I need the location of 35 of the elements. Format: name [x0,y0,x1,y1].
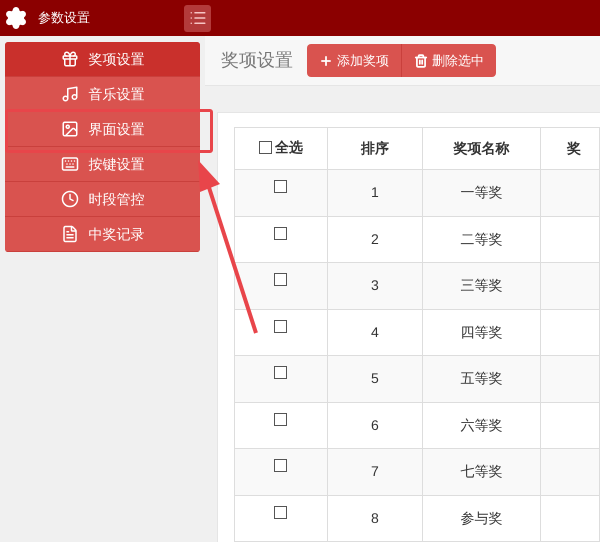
toolbar-button[interactable]: 删除选中 [402,44,496,77]
table-cell: 一等奖 [422,170,541,216]
app-title: 参数设置 [38,9,90,28]
music-note-icon [60,85,78,103]
trash-icon [414,54,428,68]
sidebar-item[interactable]: 奖项设置 [5,42,200,77]
table-cell: 参与奖 [422,495,541,542]
checkbox[interactable] [274,320,288,332]
list-icon [188,9,206,27]
table-cell: 5 [327,356,422,402]
plus-icon [319,54,333,68]
checkbox[interactable] [274,506,288,518]
document-icon [60,225,78,243]
checkbox[interactable] [258,141,272,154]
image-icon [60,120,78,138]
table-cell: 1 [327,170,422,216]
table-cell: 7 [327,448,422,495]
gift-icon [60,50,78,68]
table-cell: 8 [327,495,422,542]
checkbox[interactable] [274,366,288,379]
table-cell: 五等奖 [422,356,541,402]
keyboard-icon [60,155,78,173]
table-cell: 三等奖 [422,262,541,309]
clock-icon [60,190,78,208]
checkbox[interactable] [274,180,288,193]
checkbox[interactable] [274,459,288,472]
menu-button[interactable] [184,4,211,32]
checkbox[interactable] [274,273,288,286]
table-cell: 3 [327,262,422,309]
checkbox[interactable] [274,412,288,426]
checkbox[interactable] [274,226,288,240]
page-title: 奖项设置 [221,49,293,72]
toolbar-button[interactable]: 添加奖项 [307,44,402,77]
table-cell: 七等奖 [422,448,541,495]
select-all-label: 全选 [274,138,303,157]
